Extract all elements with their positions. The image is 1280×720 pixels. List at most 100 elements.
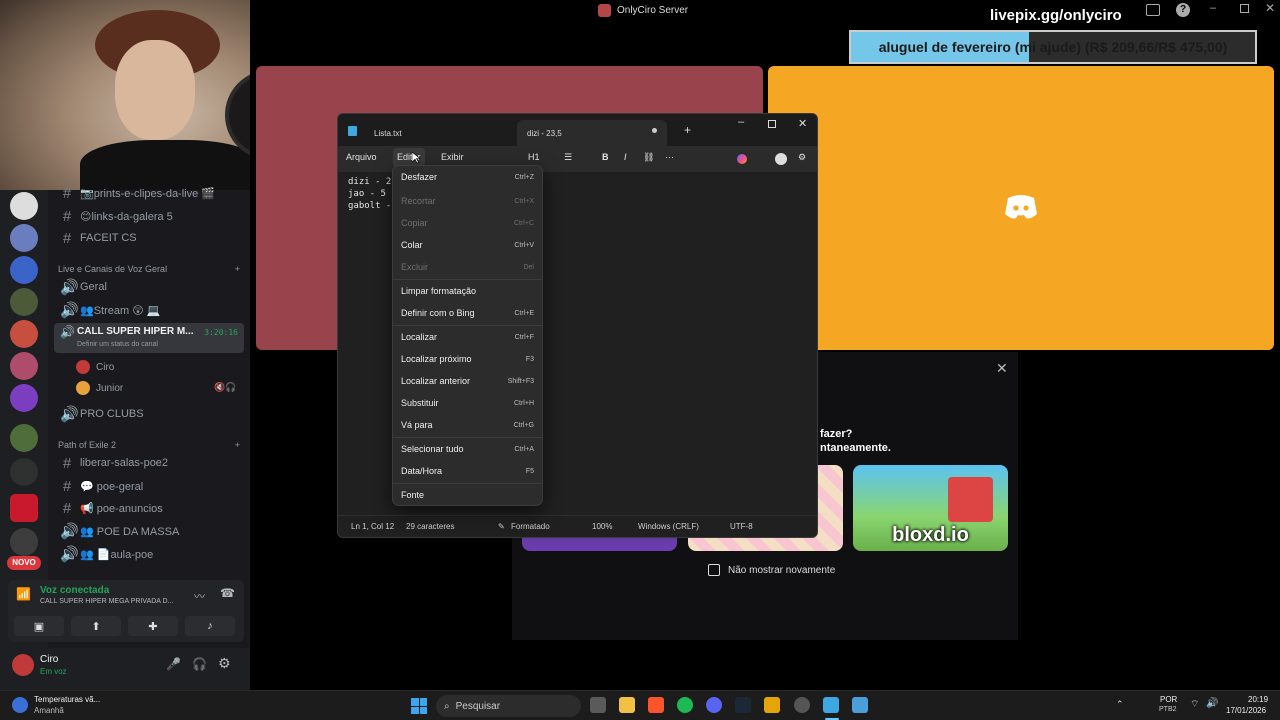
headphones-icon[interactable]: 🎧: [192, 657, 207, 671]
voice-connected-label[interactable]: Voz conectada: [40, 585, 109, 596]
clock-date[interactable]: 17/01/2026: [1226, 706, 1266, 715]
calculator-icon[interactable]: [852, 697, 868, 713]
voice-channel-item[interactable]: 🔊 👥 POE DA MASSA: [56, 520, 244, 542]
steam-icon[interactable]: [735, 697, 751, 713]
maximize-icon[interactable]: [1240, 4, 1249, 13]
app-icon[interactable]: [764, 697, 780, 713]
channel-item[interactable]: # 💬 poe-geral: [56, 475, 244, 497]
category-header[interactable]: Path of Exile 2 +: [58, 440, 240, 450]
close-icon[interactable]: ✕: [1265, 1, 1275, 15]
new-tab-icon[interactable]: +: [684, 123, 691, 137]
server-icon[interactable]: [10, 192, 38, 220]
voice-connected-channel[interactable]: CALL SUPER HIPER MEGA PRIVADA D...: [40, 598, 173, 605]
zoom-level[interactable]: 100%: [592, 522, 612, 531]
task-view-icon[interactable]: [590, 697, 606, 713]
server-icon[interactable]: [10, 224, 38, 252]
screen-share-button[interactable]: ⬆: [71, 616, 121, 636]
heading-dropdown[interactable]: H1: [528, 152, 540, 162]
weather-title[interactable]: Temperaturas vã...: [34, 695, 100, 704]
channel-item[interactable]: # 📢 poe-anuncios: [56, 497, 244, 519]
maximize-icon[interactable]: [768, 120, 776, 128]
add-channel-icon[interactable]: +: [235, 264, 240, 274]
inbox-icon[interactable]: [1146, 4, 1160, 16]
menu-item-cut[interactable]: Recortar Ctrl+X: [401, 191, 534, 211]
chevron-up-icon[interactable]: ⌃: [1116, 699, 1124, 710]
link-icon[interactable]: ⛓: [643, 152, 654, 163]
encoding[interactable]: UTF-8: [730, 522, 753, 531]
menu-item-select-all[interactable]: Selecionar tudo Ctrl+A: [401, 439, 534, 459]
menu-item-find-previous[interactable]: Localizar anterior Shift+F3: [401, 371, 534, 391]
line-ending[interactable]: Windows (CRLF): [638, 522, 699, 531]
copilot-icon[interactable]: [737, 154, 747, 164]
weather-icon[interactable]: [12, 697, 28, 713]
close-icon[interactable]: ✕: [798, 117, 807, 130]
menu-item-find[interactable]: Localizar Ctrl+F: [401, 327, 534, 347]
obs-icon[interactable]: [794, 697, 810, 713]
notepad-icon[interactable]: [823, 697, 839, 713]
menu-item-define-bing[interactable]: Definir com o Bing Ctrl+E: [401, 303, 534, 323]
file-explorer-icon[interactable]: [619, 697, 635, 713]
minimize-icon[interactable]: –: [738, 116, 744, 128]
channel-item[interactable]: # FACEIT CS: [56, 227, 244, 249]
soundboard-button[interactable]: ♪: [185, 616, 235, 636]
spotify-icon[interactable]: [677, 697, 693, 713]
windows-start-icon[interactable]: [411, 698, 427, 714]
italic-icon[interactable]: I: [624, 152, 627, 162]
voice-channel-item[interactable]: 🔊 👥 📄aula-poe: [56, 543, 244, 565]
game-card-bloxd[interactable]: bloxd.io: [853, 465, 1008, 551]
unsaved-dot-icon[interactable]: [652, 128, 657, 133]
voice-user[interactable]: Ciro: [76, 360, 114, 374]
gear-icon[interactable]: ⚙: [218, 655, 231, 672]
voice-channel-item[interactable]: 🔊 Geral: [56, 276, 244, 298]
active-voice-channel[interactable]: 🔊 CALL SUPER HIPER M... 3:20:16 Definir …: [54, 323, 244, 353]
server-icon[interactable]: [10, 384, 38, 412]
server-icon[interactable]: [10, 320, 38, 348]
notepad-text-area[interactable]: dizi - 2 jao - 5 gabolt -: [348, 176, 391, 212]
help-icon[interactable]: ?: [1176, 3, 1190, 17]
menu-item-copy[interactable]: Copiar Ctrl+C: [401, 213, 534, 233]
server-icon[interactable]: [10, 424, 38, 452]
signal-icon[interactable]: 📶: [16, 587, 31, 601]
server-icon[interactable]: [10, 288, 38, 316]
activities-button[interactable]: ✚: [128, 616, 178, 636]
list-icon[interactable]: ☰: [564, 152, 572, 163]
channel-status[interactable]: Definir um status do canal: [77, 341, 158, 348]
microphone-icon[interactable]: 🎤: [166, 657, 181, 671]
taskbar-search[interactable]: ⌕ Pesquisar: [436, 695, 581, 717]
server-icon[interactable]: [10, 256, 38, 284]
tab-lista[interactable]: Lista.txt: [364, 120, 504, 146]
channel-item[interactable]: # 📷prints-e-clipes-da-live 🎬: [56, 182, 244, 204]
camera-toggle-button[interactable]: ▣: [14, 616, 64, 636]
server-icon[interactable]: [10, 458, 38, 486]
server-icon[interactable]: [10, 494, 38, 522]
avatar[interactable]: [775, 153, 787, 165]
format-label[interactable]: Formatado: [511, 522, 550, 531]
keyboard-layout[interactable]: PTB2: [1159, 706, 1177, 713]
menu-view[interactable]: Exibir: [441, 152, 464, 162]
menu-item-delete[interactable]: Excluir Del: [401, 257, 534, 277]
avatar[interactable]: [12, 654, 34, 676]
channel-item[interactable]: # 😊links-da-galera 5: [56, 205, 244, 227]
server-icon[interactable]: [10, 528, 38, 556]
more-icon[interactable]: ···: [665, 152, 674, 162]
channel-item[interactable]: # liberar-salas-poe2: [56, 452, 244, 474]
disconnect-icon[interactable]: ☎: [220, 586, 235, 600]
menu-item-find-next[interactable]: Localizar próximo F3: [401, 349, 534, 369]
menu-item-paste[interactable]: Colar Ctrl+V: [401, 235, 534, 255]
noise-suppression-icon[interactable]: 〰: [194, 588, 205, 604]
category-header[interactable]: Live e Canais de Voz Geral +: [58, 264, 240, 274]
voice-channel-item[interactable]: 🔊 👥Stream 😲 💻: [56, 299, 244, 321]
menu-item-clear-format[interactable]: Limpar formatação: [401, 281, 534, 301]
menu-item-datetime[interactable]: Data/Hora F5: [401, 461, 534, 481]
discord-icon[interactable]: [706, 697, 722, 713]
menu-item-undo[interactable]: Desfazer Ctrl+Z: [401, 167, 534, 187]
dont-show-checkbox[interactable]: [708, 564, 720, 576]
gear-icon[interactable]: ⚙: [798, 152, 806, 163]
clock-time[interactable]: 20:19: [1248, 695, 1268, 704]
voice-user[interactable]: Junior: [76, 381, 123, 395]
menu-item-font[interactable]: Fonte: [401, 485, 534, 505]
tab-dizi[interactable]: dizi - 23,5: [517, 120, 667, 146]
brave-browser-icon[interactable]: [648, 697, 664, 713]
video-tile-junior[interactable]: [768, 66, 1274, 350]
volume-icon[interactable]: 🔊: [1206, 698, 1218, 709]
